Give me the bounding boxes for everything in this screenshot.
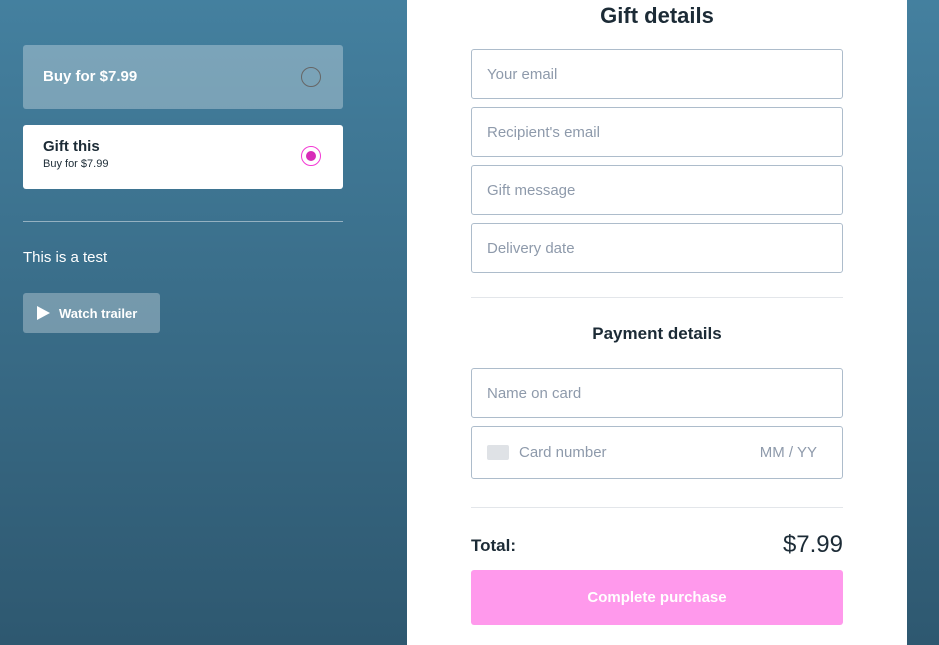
payment-details-title: Payment details [592,324,722,343]
option-gift-sublabel: Buy for $7.99 [43,158,109,170]
radio-selected-icon[interactable] [301,146,321,166]
radio-unselected-icon[interactable] [301,67,321,87]
gift-message-input[interactable]: Gift message [471,165,843,215]
expiry-placeholder[interactable]: MM / YY [760,444,817,461]
recipient-email-input[interactable]: Recipient's email [471,107,843,157]
divider [471,507,843,508]
your-email-input[interactable]: Your email [471,49,843,99]
total-value: $7.99 [782,531,843,558]
watch-trailer-button[interactable]: Watch trailer [23,293,160,333]
option-buy-label: Buy for $7.99 [43,68,138,85]
option-gift[interactable]: Gift this Buy for $7.99 [23,125,343,189]
option-buy[interactable]: Buy for $7.99 [23,45,343,109]
divider [23,221,343,222]
play-icon [37,306,50,320]
delivery-date-input[interactable]: Delivery date [471,223,843,273]
name-on-card-input[interactable]: Name on card [471,368,843,418]
card-number-input[interactable]: Card number MM / YY [471,426,843,479]
credit-card-icon [487,445,509,460]
gift-details-title: Gift details [600,3,714,28]
checkout-panel: Gift details Your email Recipient's emai… [407,0,907,645]
option-gift-label: Gift this [43,138,100,155]
watch-trailer-label: Watch trailer [59,305,138,321]
description: This is a test [23,249,108,266]
total-label: Total: [471,536,517,555]
divider [471,297,843,298]
card-number-placeholder: Card number [519,444,607,461]
complete-purchase-button[interactable]: Complete purchase [471,570,843,625]
